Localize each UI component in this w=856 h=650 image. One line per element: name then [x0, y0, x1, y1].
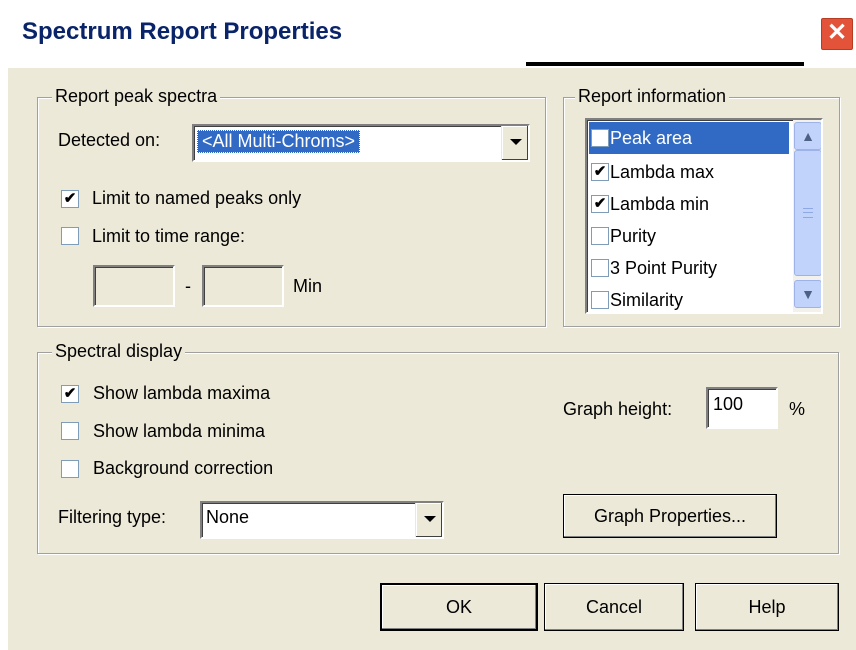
scroll-thumb[interactable] — [794, 150, 821, 276]
list-item[interactable]: Peak area — [589, 122, 789, 154]
time-range-separator: - — [185, 276, 191, 296]
background-correction-label[interactable]: Background correction — [93, 458, 273, 479]
list-item-checkbox[interactable]: ✔ — [591, 163, 609, 181]
list-scrollbar[interactable]: ▲ ▼ — [793, 120, 821, 312]
background-correction-checkbox[interactable] — [61, 460, 79, 478]
graph-height-label: Graph height: — [563, 399, 673, 419]
show-lambda-minima-checkbox[interactable] — [61, 422, 79, 440]
list-item-checkbox[interactable] — [591, 227, 609, 245]
detected-on-value: <All Multi-Chroms> — [197, 130, 361, 153]
graph-properties-button[interactable]: Graph Properties... — [563, 494, 777, 538]
time-range-unit: Min — [293, 276, 323, 296]
list-item-label: Similarity — [610, 290, 684, 310]
detected-on-dropdown-button[interactable] — [501, 126, 528, 160]
list-item-label: Lambda max — [610, 162, 715, 182]
graph-height-unit: % — [789, 399, 806, 419]
show-lambda-minima-label[interactable]: Show lambda minima — [93, 421, 265, 442]
title-bar[interactable]: Spectrum Report Properties ✕ — [0, 0, 856, 68]
limit-named-peaks-label[interactable]: Limit to named peaks only — [92, 188, 301, 209]
chevron-up-icon: ▲ — [801, 128, 815, 144]
grip-icon — [803, 208, 813, 218]
scroll-up-button[interactable]: ▲ — [794, 122, 821, 150]
list-item[interactable]: ✔ Lambda min — [589, 188, 789, 220]
list-item-checkbox[interactable] — [591, 259, 609, 277]
time-range-end-field[interactable] — [202, 265, 284, 307]
list-item-checkbox[interactable] — [591, 129, 609, 147]
scroll-down-button[interactable]: ▼ — [794, 280, 821, 308]
report-peak-spectra-label: Report peak spectra — [52, 86, 221, 107]
dialog-title: Spectrum Report Properties — [22, 18, 343, 45]
show-lambda-maxima-label[interactable]: Show lambda maxima — [93, 383, 270, 404]
checkmark-icon: ✔ — [63, 385, 77, 402]
show-lambda-maxima-checkbox[interactable]: ✔ — [61, 385, 79, 403]
list-item[interactable]: ✔ Lambda max — [589, 156, 789, 188]
detected-on-select[interactable]: <All Multi-Chroms> — [192, 124, 530, 162]
list-item-label: Peak area — [610, 128, 693, 148]
help-button[interactable]: Help — [695, 583, 839, 631]
report-information-label: Report information — [575, 86, 730, 107]
cancel-button[interactable]: Cancel — [544, 583, 684, 631]
window-left-border — [0, 68, 8, 650]
filtering-type-select[interactable]: None — [200, 501, 444, 539]
limit-time-range-label[interactable]: Limit to time range: — [92, 226, 245, 247]
list-item-checkbox[interactable]: ✔ — [591, 195, 609, 213]
list-item[interactable]: 3 Point Purity — [589, 252, 789, 284]
detected-on-label: Detected on: — [58, 130, 161, 150]
time-range-start-field[interactable] — [93, 265, 175, 307]
graph-height-field[interactable]: 100 — [706, 387, 778, 429]
filtering-type-label: Filtering type: — [58, 507, 167, 527]
limit-named-peaks-checkbox[interactable]: ✔ — [61, 190, 79, 208]
report-information-list[interactable]: Peak area ✔ Lambda max ✔ Lambda min Puri… — [585, 118, 823, 314]
close-button[interactable]: ✕ — [819, 16, 855, 52]
filtering-type-value: None — [206, 507, 250, 527]
list-item[interactable]: Purity — [589, 220, 789, 252]
filtering-type-dropdown-button[interactable] — [415, 503, 442, 537]
close-icon: ✕ — [826, 19, 848, 46]
chevron-down-icon: ▼ — [801, 286, 815, 302]
list-item[interactable]: Similarity — [589, 284, 789, 312]
ok-button[interactable]: OK — [380, 583, 538, 631]
list-item-checkbox[interactable] — [591, 291, 609, 309]
checkmark-icon: ✔ — [63, 190, 77, 207]
list-item-label: 3 Point Purity — [610, 258, 718, 278]
list-item-label: Purity — [610, 226, 657, 246]
spectral-display-label: Spectral display — [52, 341, 186, 362]
title-divider — [526, 62, 804, 66]
list-item-label: Lambda min — [610, 194, 710, 214]
dialog-window: Spectrum Report Properties ✕ Report peak… — [0, 0, 856, 650]
limit-time-range-checkbox[interactable] — [61, 227, 79, 245]
